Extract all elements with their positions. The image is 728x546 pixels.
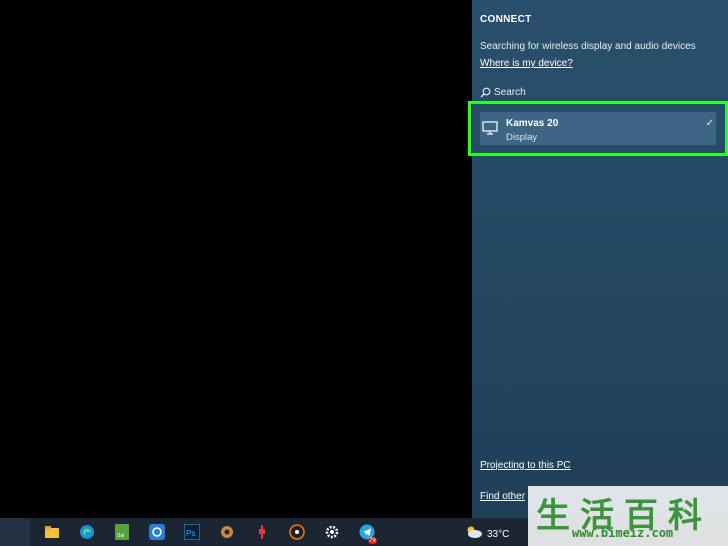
watermark: 生活百科 www.bimeiz.com — [528, 486, 728, 546]
desktop-background — [0, 0, 472, 518]
panel-title: CONNECT — [480, 14, 532, 25]
media-player-icon[interactable] — [289, 524, 305, 540]
file-explorer-icon[interactable] — [44, 524, 60, 540]
tablet-driver-icon[interactable] — [254, 524, 270, 540]
weather-cloud-icon[interactable] — [465, 524, 483, 540]
gear-icon[interactable] — [324, 524, 340, 540]
edge-browser-icon[interactable] — [79, 524, 95, 540]
green-app-icon[interactable]: Sai — [114, 524, 130, 540]
task-view-area[interactable] — [0, 518, 30, 546]
projecting-to-this-pc-link[interactable]: Projecting to this PC — [480, 460, 571, 471]
find-other-link[interactable]: Find other — [480, 491, 525, 502]
svg-text:Sai: Sai — [117, 533, 124, 539]
highlight-box — [468, 101, 728, 156]
search-status-text: Searching for wireless display and audio… — [480, 41, 696, 52]
sync-app-icon[interactable] — [149, 524, 165, 540]
search-icon — [480, 87, 491, 98]
search-label: Search — [494, 87, 526, 98]
telegram-badge: 79 — [368, 538, 377, 544]
where-is-my-device-link[interactable]: Where is my device? — [480, 58, 573, 69]
photoshop-icon[interactable]: Ps — [184, 524, 200, 540]
settings-app-icon[interactable] — [219, 524, 235, 540]
weather-temperature[interactable]: 33°C — [487, 529, 509, 540]
connect-panel: CONNECT Searching for wireless display a… — [472, 0, 728, 518]
watermark-url: www.bimeiz.com — [572, 526, 674, 540]
search-button[interactable]: Search — [480, 87, 526, 98]
svg-text:Ps: Ps — [186, 529, 195, 538]
